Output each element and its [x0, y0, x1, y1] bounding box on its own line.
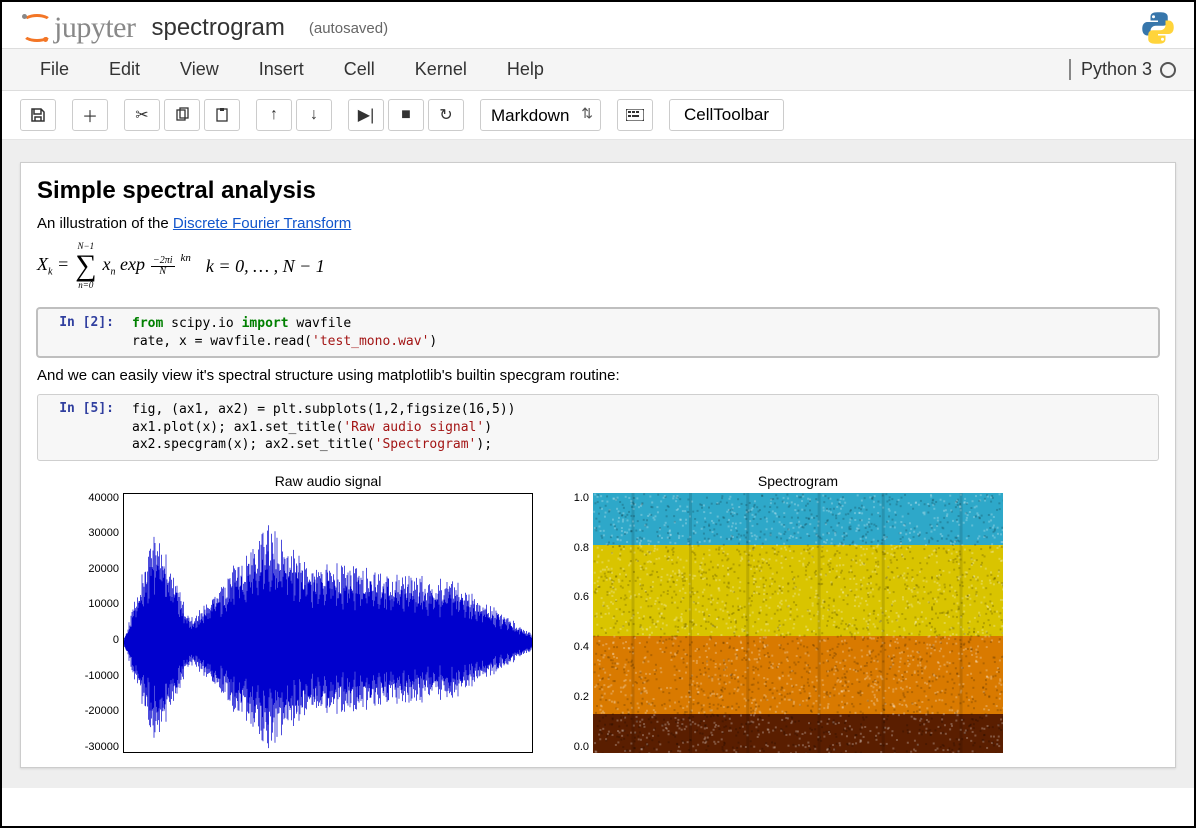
- kernel-indicator: Python 3: [1069, 59, 1176, 80]
- menu-insert[interactable]: Insert: [239, 49, 324, 90]
- jupyter-logo-text: jupyter: [54, 11, 135, 45]
- dft-link[interactable]: Discrete Fourier Transform: [173, 215, 351, 232]
- cell-type-select[interactable]: Markdown: [480, 99, 601, 131]
- plot2-yticks: 1.00.80.60.40.20.0: [559, 493, 589, 753]
- add-cell-button[interactable]: ＋: [72, 99, 108, 131]
- restart-button[interactable]: ↻: [428, 99, 464, 131]
- toolbar: ＋ ✂ ↑ ↓ ▶| ■ ↻ Markdown CellToolbar: [2, 91, 1194, 140]
- menu-kernel[interactable]: Kernel: [395, 49, 487, 90]
- plot1-yticks: 400003000020000100000-10000-20000-30000: [71, 493, 119, 753]
- notebook-name[interactable]: spectrogram: [151, 14, 284, 42]
- output-plots: Raw audio signal 400003000020000100000-1…: [123, 473, 1159, 753]
- menubar: File Edit View Insert Cell Kernel Help P…: [2, 48, 1194, 91]
- kernel-name: Python 3: [1081, 59, 1152, 80]
- paste-button[interactable]: [204, 99, 240, 131]
- python-logo-icon: [1140, 10, 1176, 46]
- menu-cell[interactable]: Cell: [324, 49, 395, 90]
- kernel-busy-icon: [1160, 62, 1176, 78]
- math-formula: Xk = N−1 ∑ n=0 xn exp −2πiN kn k = 0, … …: [37, 242, 1159, 290]
- copy-button[interactable]: [164, 99, 200, 131]
- code-cell-5[interactable]: In [5]: fig, (ax1, ax2) = plt.subplots(1…: [37, 394, 1159, 461]
- menu-file[interactable]: File: [20, 49, 89, 90]
- run-button[interactable]: ▶|: [348, 99, 384, 131]
- interrupt-button[interactable]: ■: [388, 99, 424, 131]
- cut-button[interactable]: ✂: [124, 99, 160, 131]
- md-mid: And we can easily view it's spectral str…: [37, 367, 1159, 384]
- plot1-canvas: [123, 493, 533, 753]
- menu-edit[interactable]: Edit: [89, 49, 160, 90]
- notebook-container: Simple spectral analysis An illustration…: [2, 140, 1194, 788]
- move-down-button[interactable]: ↓: [296, 99, 332, 131]
- plot2-title: Spectrogram: [758, 473, 838, 489]
- command-palette-button[interactable]: [617, 99, 653, 131]
- cell-toolbar-button[interactable]: CellToolbar: [669, 99, 784, 131]
- md-intro-prefix: An illustration of the: [37, 215, 173, 232]
- menu-view[interactable]: View: [160, 49, 239, 90]
- menu-help[interactable]: Help: [487, 49, 564, 90]
- prompt-in-2: In [2]:: [38, 309, 124, 356]
- save-status: (autosaved): [309, 20, 388, 37]
- jupyter-logo: jupyter: [20, 11, 135, 45]
- plot2-canvas: [593, 493, 1003, 753]
- md-intro: An illustration of the Discrete Fourier …: [37, 215, 1159, 232]
- code-area-5[interactable]: fig, (ax1, ax2) = plt.subplots(1,2,figsi…: [124, 395, 1158, 460]
- code-area-2[interactable]: from scipy.io import wavfile rate, x = w…: [124, 309, 1158, 356]
- jupyter-logo-mark: [20, 14, 48, 42]
- save-button[interactable]: [20, 99, 56, 131]
- code-cell-2[interactable]: In [2]: from scipy.io import wavfile rat…: [37, 308, 1159, 357]
- prompt-in-5: In [5]:: [38, 395, 124, 460]
- move-up-button[interactable]: ↑: [256, 99, 292, 131]
- plot1-title: Raw audio signal: [275, 473, 382, 489]
- md-heading: Simple spectral analysis: [37, 177, 1159, 205]
